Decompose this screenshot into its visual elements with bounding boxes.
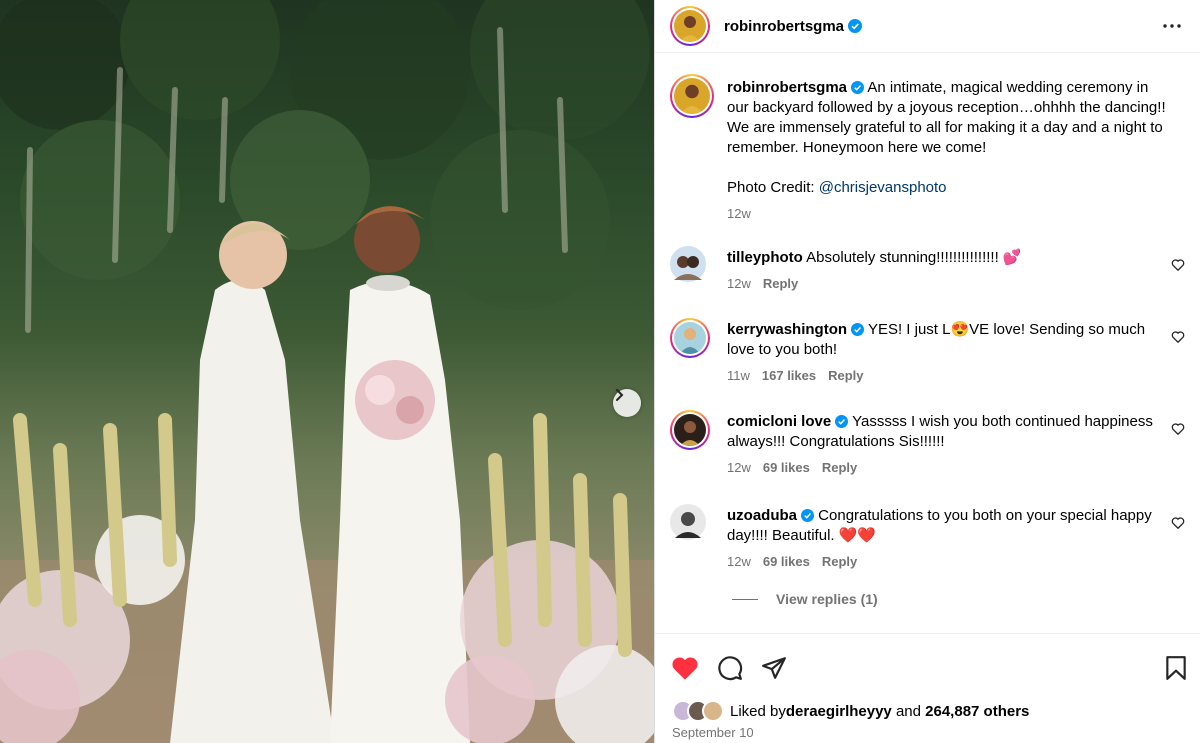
commenter-avatar-image (674, 414, 706, 446)
heart-outline-icon[interactable] (1171, 330, 1185, 344)
post-sidebar: robinrobertsgma robinrobertsgma An intim… (654, 0, 1200, 743)
comment-age: 12w (727, 554, 751, 569)
author-username[interactable]: robinrobertsgma (724, 18, 844, 35)
likes-summary: Liked by deraegirlheyyy and 264,887 othe… (672, 700, 1029, 722)
comment-item: tilleyphoto Absolutely stunning!!!!!!!!!… (670, 246, 1190, 306)
comment-bubble-icon[interactable] (717, 655, 743, 681)
comment-age: 12w (727, 460, 751, 475)
commenter-avatar[interactable] (670, 318, 710, 358)
heart-outline-icon[interactable] (1171, 516, 1185, 530)
ellipsis-icon[interactable] (1162, 16, 1182, 36)
caption: robinrobertsgma An intimate, magical wed… (670, 74, 1190, 234)
carousel-next-button[interactable] (613, 389, 641, 417)
view-replies-label: View replies (1) (776, 591, 878, 607)
author-avatar[interactable] (670, 6, 710, 46)
heart-filled-icon[interactable] (671, 655, 699, 681)
caption-avatar[interactable] (670, 74, 714, 118)
verified-badge-icon (801, 509, 814, 522)
view-replies-divider (732, 598, 758, 600)
post-photo[interactable] (0, 0, 654, 743)
credit-handle-link[interactable]: @chrisjevansphoto (819, 179, 947, 196)
comment-age: 11w (727, 368, 750, 383)
caption-username[interactable]: robinrobertsgma (727, 79, 847, 96)
comment-username[interactable]: comicloni love (727, 413, 831, 430)
comment-likes[interactable]: 167 likes (762, 368, 816, 383)
verified-badge-icon (848, 19, 863, 33)
reply-button[interactable]: Reply (763, 276, 798, 291)
credit-prefix: Photo Credit: (727, 179, 819, 196)
view-replies-button[interactable]: View replies (1) (732, 591, 878, 607)
comment-likes[interactable]: 69 likes (763, 460, 810, 475)
reply-button[interactable]: Reply (822, 554, 857, 569)
bookmark-icon[interactable] (1164, 655, 1188, 681)
commenter-avatar[interactable] (670, 504, 706, 540)
caption-age: 12w (727, 206, 751, 221)
reply-button[interactable]: Reply (828, 368, 863, 383)
caption-avatar-image (674, 78, 710, 114)
commenter-avatar[interactable] (670, 246, 706, 282)
heart-outline-icon[interactable] (1171, 422, 1185, 436)
comment-age: 12w (727, 276, 751, 291)
reply-button[interactable]: Reply (822, 460, 857, 475)
comment-text: Absolutely stunning!!!!!!!!!!!!!!! 💕 (806, 249, 1022, 266)
post-actions: Liked by deraegirlheyyy and 264,887 othe… (655, 633, 1200, 743)
commenter-avatar[interactable] (670, 410, 710, 450)
author-avatar-image (674, 10, 706, 42)
comment-username[interactable]: kerrywashington (727, 321, 847, 338)
heart-outline-icon[interactable] (1171, 258, 1185, 272)
comment-item: kerrywashington YES! I just L😍VE love! S… (670, 318, 1190, 398)
verified-badge-icon (851, 81, 865, 94)
commenter-avatar-image (674, 322, 706, 354)
post-header: robinrobertsgma (655, 0, 1200, 53)
verified-badge-icon (851, 323, 865, 336)
liked-by-prefix: Liked by (730, 702, 786, 720)
liked-by-user[interactable]: deraegirlheyyy (786, 703, 892, 720)
comment-likes[interactable]: 69 likes (763, 554, 810, 569)
comments-list[interactable]: robinrobertsgma An intimate, magical wed… (655, 54, 1200, 632)
comment-username[interactable]: uzoaduba (727, 507, 797, 524)
comment-item: comicloni love Yasssss I wish you both c… (670, 410, 1190, 490)
comment-username[interactable]: tilleyphoto (727, 249, 803, 266)
likes-count[interactable]: 264,887 others (925, 703, 1029, 720)
chevron-right-icon (616, 389, 624, 401)
verified-badge-icon (835, 415, 849, 428)
liked-by-and: and (891, 702, 926, 720)
post-date: September 10 (672, 725, 754, 740)
wedding-photo-illustration (0, 0, 654, 743)
comment-item: uzoaduba Congratulations to you both on … (670, 504, 1190, 584)
paper-plane-icon[interactable] (761, 655, 787, 681)
liker-avatars[interactable] (672, 700, 724, 722)
